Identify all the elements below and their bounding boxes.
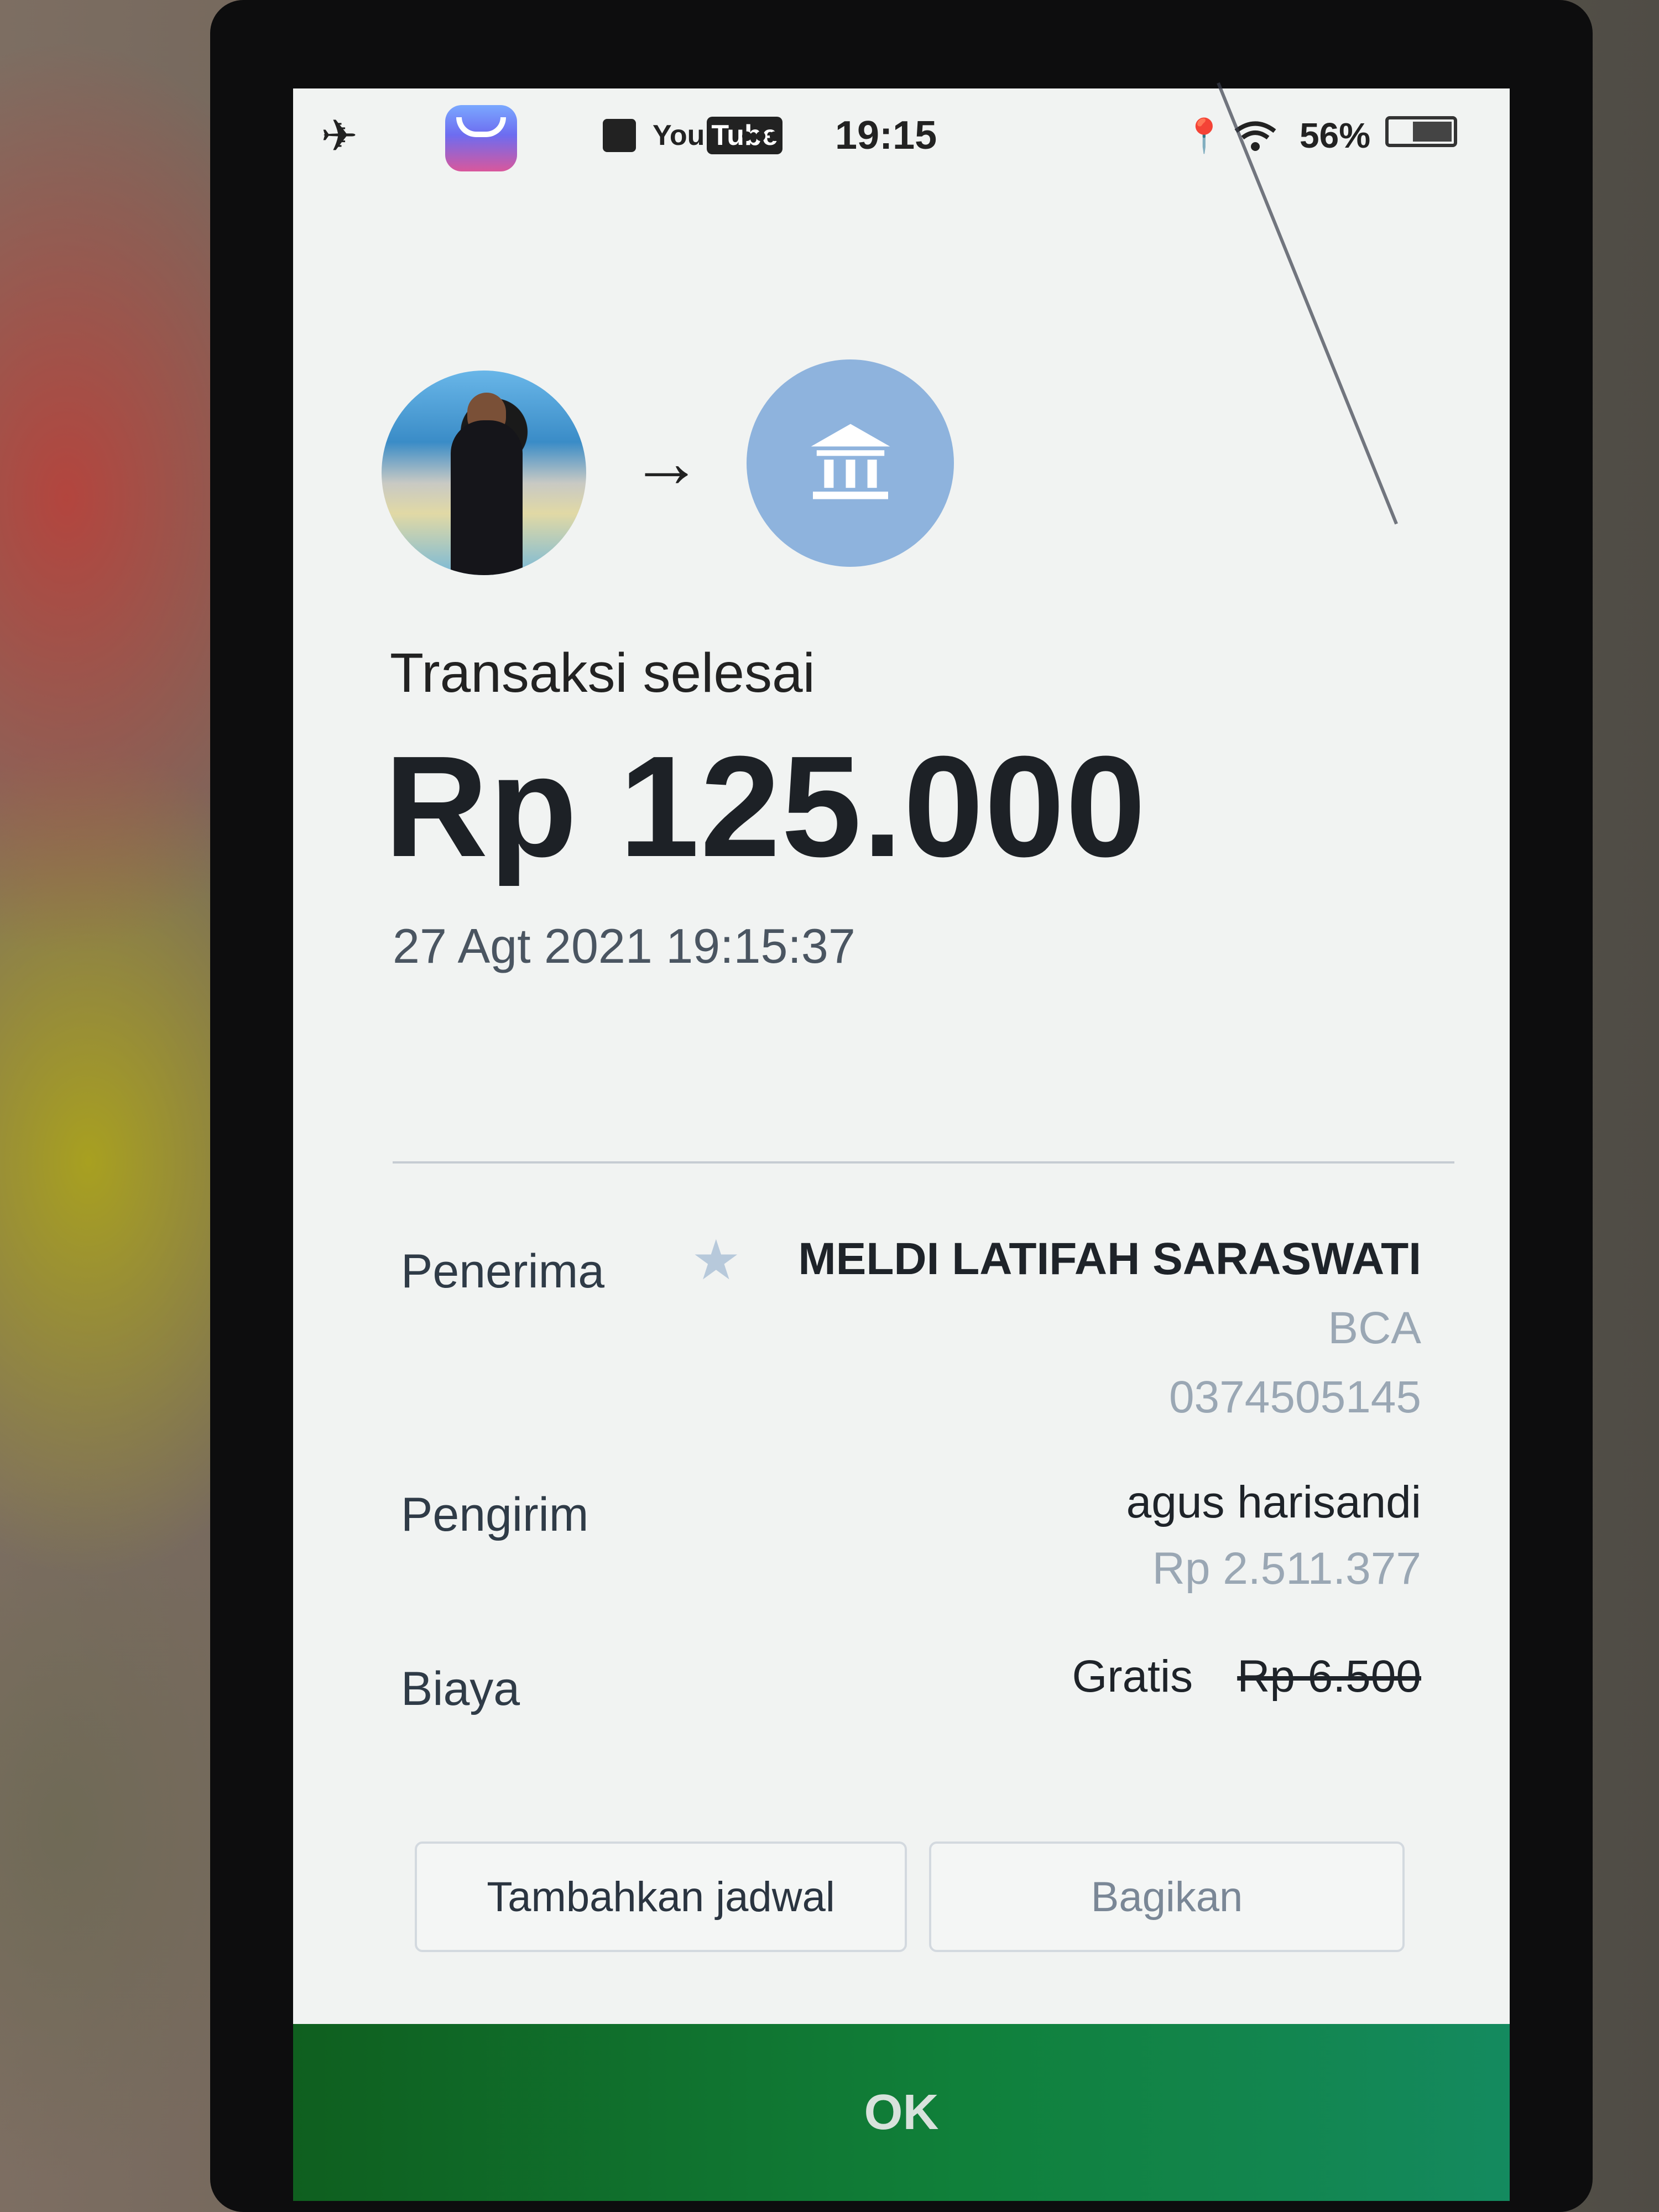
recipient-label: Penerima bbox=[401, 1245, 605, 1298]
battery-percent: 56% bbox=[1300, 116, 1371, 155]
sender-balance: Rp 2.511.377 bbox=[1152, 1543, 1421, 1594]
recipient-bank: BCA bbox=[1328, 1303, 1421, 1353]
screen: ✈ You Tube ••• 19:15 📍 56% → Transaksi se… bbox=[293, 88, 1510, 2201]
arrow-right-icon: → bbox=[630, 421, 702, 502]
bank-avatar bbox=[747, 359, 954, 567]
sender-name: agus harisandi bbox=[1126, 1477, 1421, 1527]
location-icon: 📍 bbox=[1183, 117, 1225, 154]
notification-icon bbox=[603, 119, 636, 152]
more-icon: ••• bbox=[741, 117, 783, 154]
sender-label: Pengirim bbox=[401, 1488, 589, 1541]
favorite-star-icon[interactable]: ★ bbox=[691, 1228, 741, 1292]
app-icon bbox=[445, 105, 517, 171]
transaction-amount: Rp 125.000 bbox=[384, 727, 1147, 887]
status-time: 19:15 bbox=[835, 113, 937, 158]
fee-label: Biaya bbox=[401, 1662, 520, 1715]
ok-button[interactable]: OK bbox=[293, 2024, 1510, 2201]
airplane-icon: ✈ bbox=[321, 111, 358, 160]
fee-row: Gratis Rp 6.500 bbox=[1072, 1651, 1421, 1703]
fee-original: Rp 6.500 bbox=[1237, 1651, 1421, 1702]
fee-value: Gratis bbox=[1072, 1651, 1193, 1702]
recipient-name: MELDI LATIFAH SARASWATI bbox=[798, 1234, 1421, 1284]
recipient-account: 0374505145 bbox=[1168, 1372, 1421, 1422]
status-bar: ✈ You Tube ••• 19:15 📍 56% bbox=[293, 88, 1510, 182]
transaction-datetime: 27 Agt 2021 19:15:37 bbox=[393, 919, 855, 973]
add-schedule-button[interactable]: Tambahkan jadwal bbox=[415, 1841, 907, 1952]
battery-icon bbox=[1385, 116, 1457, 147]
divider bbox=[393, 1161, 1454, 1164]
transaction-status: Transaksi selesai bbox=[390, 642, 815, 704]
share-button[interactable]: Bagikan bbox=[929, 1841, 1405, 1952]
bank-icon bbox=[811, 424, 890, 499]
sender-avatar bbox=[382, 371, 586, 575]
youtube-label: You bbox=[653, 119, 705, 152]
